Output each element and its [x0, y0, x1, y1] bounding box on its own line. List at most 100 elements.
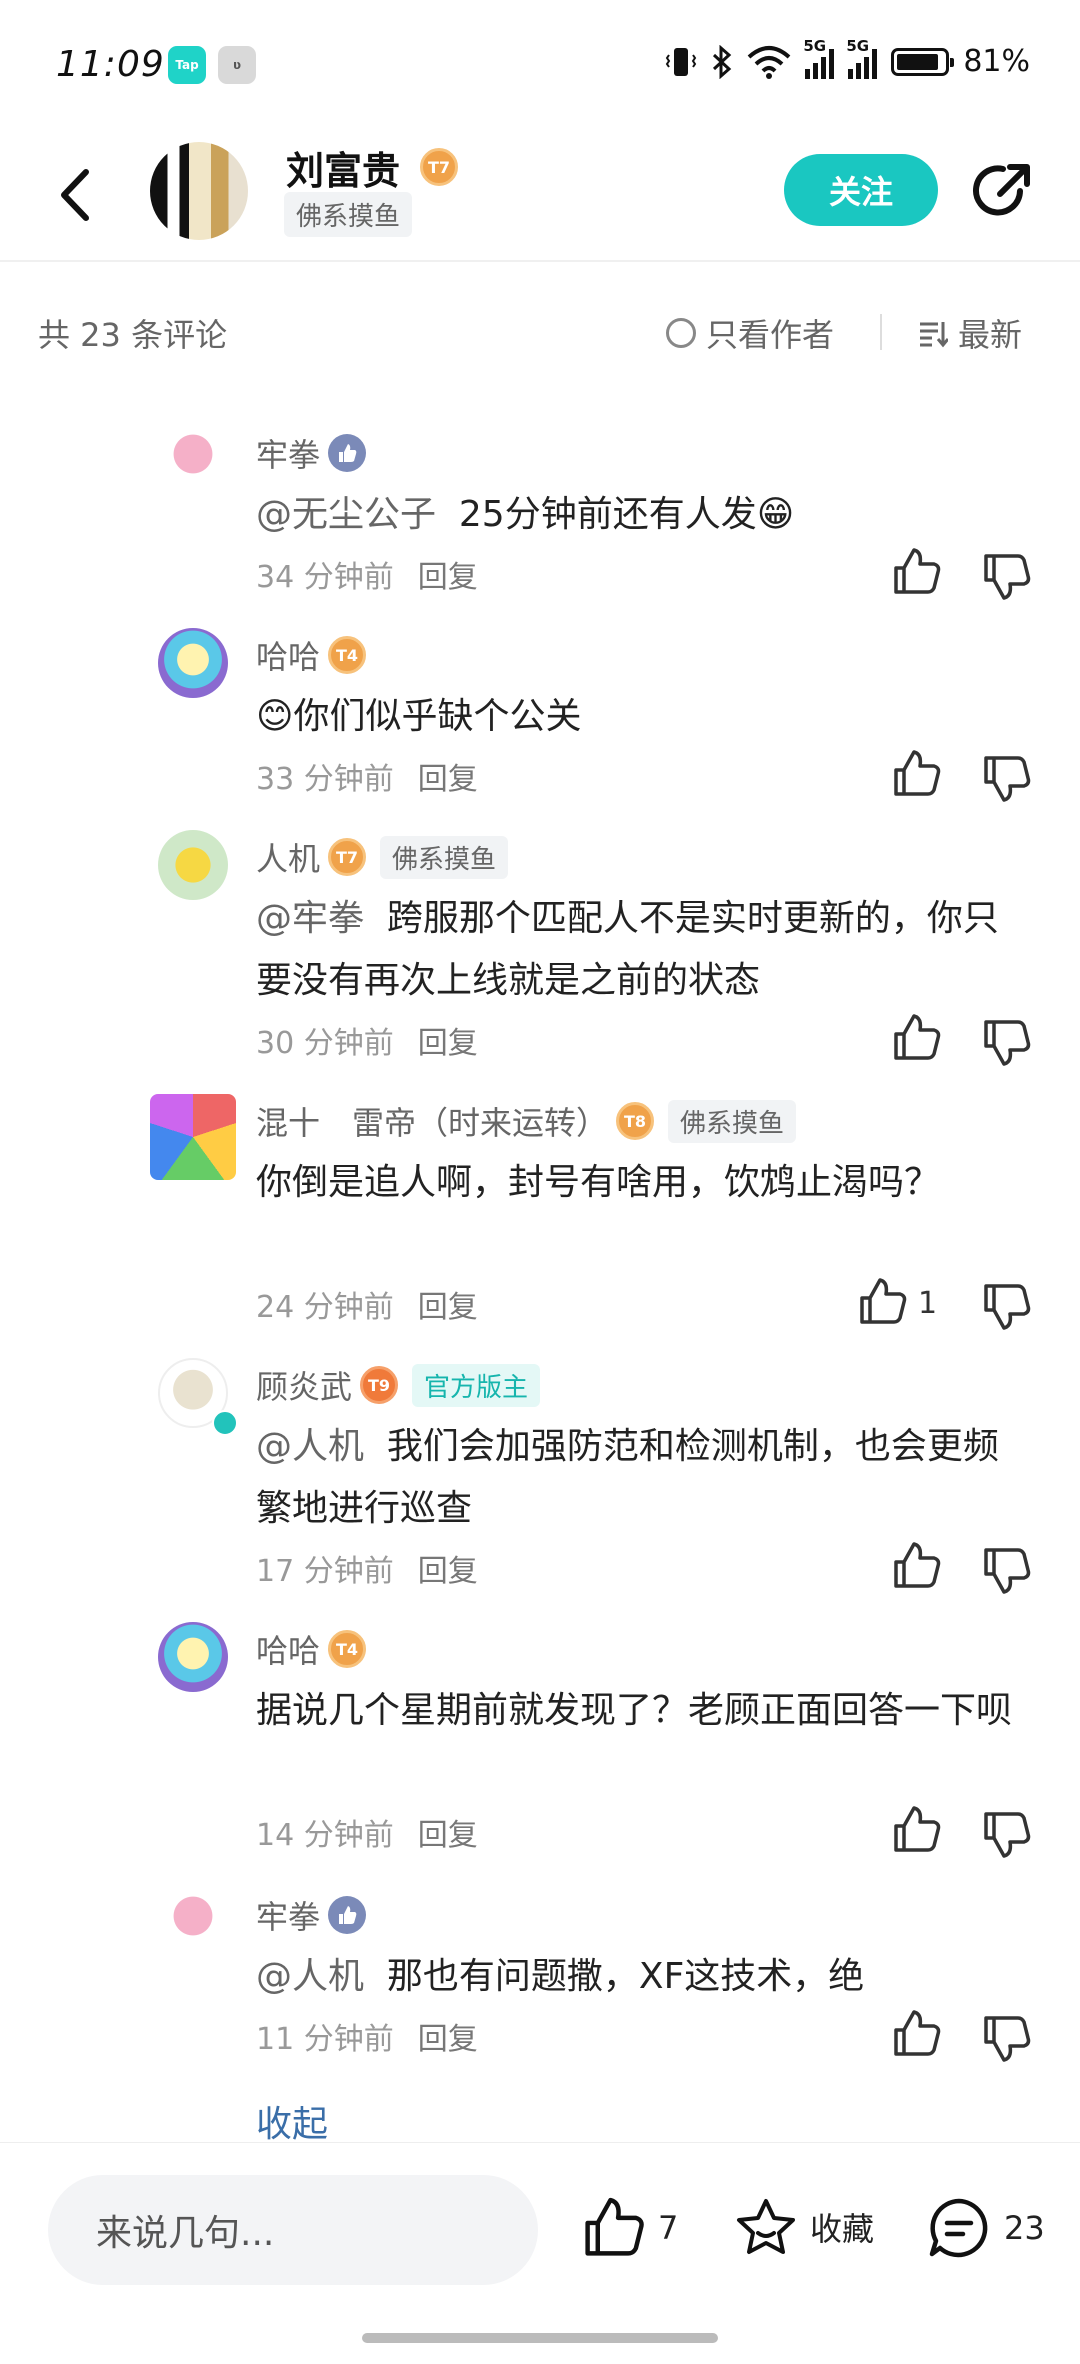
like-count: 1	[918, 1286, 938, 1321]
dislike-icon[interactable]	[980, 752, 1032, 804]
author-level-badge: T7	[420, 148, 458, 186]
follow-button[interactable]: 关注	[784, 154, 938, 226]
signal-5g-icon-2: 5G	[846, 37, 878, 79]
like-icon[interactable]	[890, 1012, 942, 1064]
commenter-avatar[interactable]	[158, 830, 228, 900]
comment-time: 17 分钟前	[256, 1554, 394, 1589]
reply-button[interactable]: 回复	[418, 754, 478, 798]
star-icon	[734, 2195, 798, 2259]
comment-meta: 17 分钟前 回复	[256, 1546, 478, 1590]
reply-button[interactable]: 回复	[418, 2014, 478, 2058]
dislike-icon[interactable]	[980, 1544, 1032, 1596]
comment-meta: 14 分钟前 回复	[256, 1810, 478, 1854]
commenter-avatar[interactable]	[158, 426, 228, 496]
thumb-badge-icon	[328, 1896, 367, 1934]
comment-meta: 11 分钟前 回复	[256, 2014, 478, 2058]
user-tag: 佛系摸鱼	[668, 1099, 797, 1143]
vibrate-icon	[665, 45, 697, 79]
commenter-name[interactable]: 混十 雷帝（时来运转） T8 佛系摸鱼	[256, 1098, 797, 1144]
like-icon[interactable]	[890, 1804, 942, 1856]
level-badge: T7	[328, 838, 367, 876]
like-icon[interactable]	[890, 2008, 942, 2060]
dislike-icon[interactable]	[980, 1808, 1032, 1860]
level-badge: T4	[328, 636, 367, 674]
status-icons: 5G 5G 81%	[665, 37, 1030, 79]
like-icon	[580, 2195, 646, 2261]
notification-app-icon: ʋ	[218, 46, 256, 84]
author-name[interactable]: 刘富贵	[286, 140, 400, 195]
dislike-icon[interactable]	[980, 550, 1032, 602]
like-icon[interactable]	[890, 546, 942, 598]
commenter-name[interactable]: 牢拳	[256, 1892, 367, 1938]
comment-input[interactable]: 来说几句...	[48, 2175, 538, 2285]
comment-time: 24 分钟前	[256, 1290, 394, 1325]
comment-text: 😊你们似乎缺个公关	[256, 696, 582, 737]
favorite-button[interactable]: 收藏	[734, 2195, 874, 2259]
wifi-icon	[747, 45, 791, 79]
comment-meta: 33 分钟前 回复	[256, 754, 478, 798]
commenter-name[interactable]: 人机 T7 佛系摸鱼	[256, 834, 509, 880]
level-badge: T8	[616, 1102, 655, 1140]
collapse-link[interactable]: 收起	[256, 2095, 328, 2147]
comment-time: 33 分钟前	[256, 762, 394, 797]
commenter-avatar[interactable]	[158, 1622, 228, 1692]
post-like-count: 7	[658, 2209, 679, 2247]
status-time: 11:09	[56, 44, 165, 85]
reply-button[interactable]: 回复	[418, 1810, 478, 1854]
commenter-avatar[interactable]	[150, 1094, 236, 1180]
back-button[interactable]	[50, 160, 110, 230]
comments-button[interactable]: 23	[926, 2195, 1045, 2261]
author-avatar[interactable]	[150, 142, 248, 240]
dislike-icon[interactable]	[980, 1280, 1032, 1332]
comment-meta: 30 分钟前 回复	[256, 1018, 478, 1062]
header-divider	[0, 260, 1080, 262]
only-author-toggle[interactable]: 只看作者	[666, 310, 834, 356]
comment-meta: 24 分钟前 回复	[256, 1282, 478, 1326]
reply-button[interactable]: 回复	[418, 1018, 478, 1062]
bluetooth-icon	[711, 44, 733, 79]
comment-text: 你倒是追人啊，封号有啥用，饮鸩止渴吗？	[256, 1162, 941, 1203]
commenter-avatar[interactable]	[158, 628, 228, 698]
reply-button[interactable]: 回复	[418, 1546, 478, 1590]
verified-icon	[212, 1410, 238, 1436]
share-icon[interactable]	[970, 158, 1036, 224]
signal-5g-icon-1: 5G	[803, 37, 835, 79]
reply-button[interactable]: 回复	[418, 552, 478, 596]
user-tag: 佛系摸鱼	[380, 835, 509, 879]
level-badge: T4	[328, 1630, 367, 1668]
comment-time: 14 分钟前	[256, 1818, 394, 1853]
filter-divider	[880, 314, 882, 350]
home-indicator[interactable]	[362, 2333, 718, 2343]
post-header: 刘富贵 T7 佛系摸鱼 关注	[0, 130, 1080, 260]
status-bar: 11:09 Tap ʋ 5G 5G 81%	[0, 0, 1080, 130]
commenter-avatar[interactable]	[158, 1888, 228, 1958]
comment-count: 共 23 条评论	[38, 316, 228, 354]
level-badge: T9	[360, 1366, 399, 1404]
dislike-icon[interactable]	[980, 1016, 1032, 1068]
dislike-icon[interactable]	[980, 2012, 1032, 2064]
thumb-badge-icon	[328, 434, 367, 472]
commenter-name[interactable]: 哈哈 T4	[256, 632, 367, 678]
bottom-action-bar: 来说几句... 7 收藏 23	[0, 2142, 1080, 2364]
commenter-name[interactable]: 顾炎武 T9 官方版主	[256, 1362, 541, 1408]
comment-bubble-icon	[926, 2195, 992, 2261]
sort-button[interactable]: 最新	[918, 310, 1022, 356]
battery-icon	[891, 47, 955, 76]
comment-text: @人机 那也有问题撒，XF这技术，绝	[256, 1956, 865, 1997]
like-icon[interactable]	[890, 1540, 942, 1592]
sort-icon	[918, 318, 948, 348]
official-moderator-tag: 官方版主	[412, 1363, 541, 1407]
post-like-button[interactable]: 7	[580, 2195, 678, 2261]
reply-button[interactable]: 回复	[418, 1282, 478, 1326]
commenter-name[interactable]: 哈哈 T4	[256, 1626, 367, 1672]
comment-text: 据说几个星期前就发现了？老顾正面回答一下呗	[256, 1690, 1013, 1731]
comment-filter-bar: 共 23 条评论 只看作者 最新	[0, 292, 1080, 372]
only-author-label: 只看作者	[706, 316, 835, 354]
like-icon[interactable]	[856, 1276, 908, 1328]
radio-circle-icon	[666, 318, 696, 348]
commenter-name[interactable]: 牢拳	[256, 430, 367, 476]
like-icon[interactable]	[890, 748, 942, 800]
comment-total-count: 23	[1004, 2209, 1045, 2247]
comment-meta: 34 分钟前 回复	[256, 552, 478, 596]
favorite-label: 收藏	[810, 2210, 875, 2248]
